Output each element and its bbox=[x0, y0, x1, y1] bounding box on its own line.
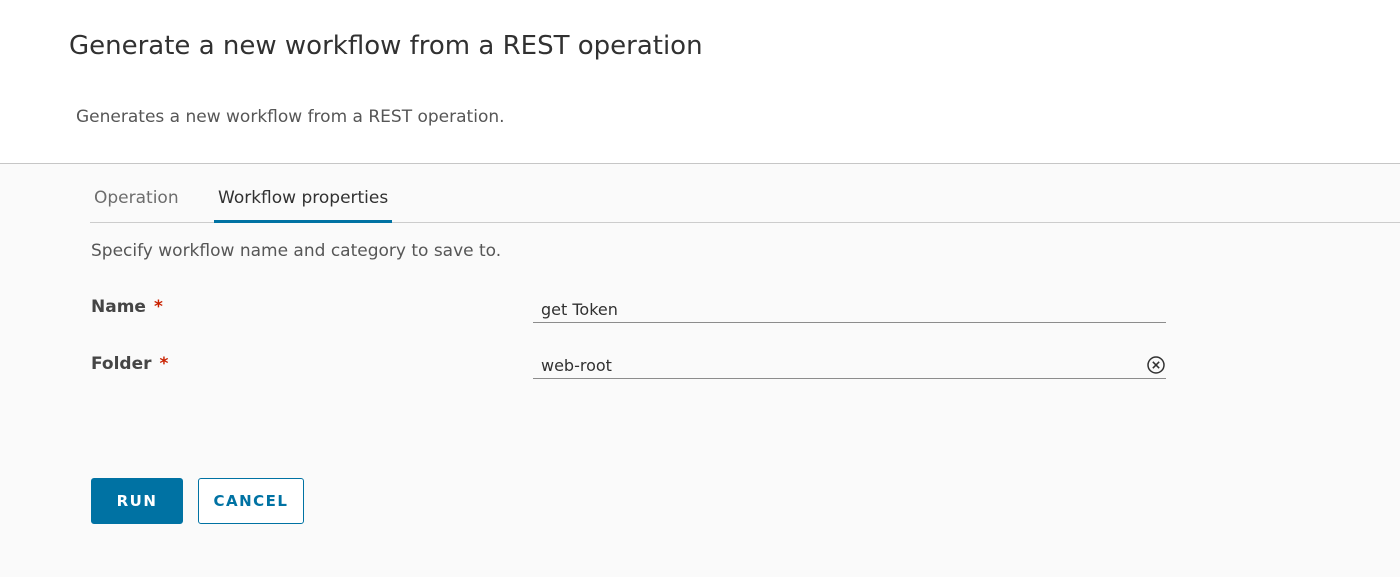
folder-label: Folder * bbox=[91, 354, 168, 374]
dialog-header: Generate a new workflow from a REST oper… bbox=[0, 0, 1400, 164]
page-title: Generate a new workflow from a REST oper… bbox=[69, 31, 703, 61]
required-marker: * bbox=[153, 297, 163, 317]
workflow-dialog: Generate a new workflow from a REST oper… bbox=[0, 0, 1400, 577]
name-label-text: Name bbox=[91, 297, 146, 317]
clear-circle-icon[interactable] bbox=[1146, 355, 1166, 375]
run-button[interactable]: RUN bbox=[91, 478, 183, 524]
folder-input[interactable] bbox=[533, 353, 1166, 379]
tab-bar: Operation Workflow properties bbox=[90, 164, 1400, 223]
cancel-button[interactable]: CANCEL bbox=[198, 478, 304, 524]
required-marker: * bbox=[159, 354, 169, 374]
folder-label-text: Folder bbox=[91, 354, 152, 374]
tab-operation[interactable]: Operation bbox=[90, 188, 183, 221]
name-label: Name * bbox=[91, 297, 163, 317]
dialog-content: Operation Workflow properties Specify wo… bbox=[0, 164, 1400, 577]
form-instructions: Specify workflow name and category to sa… bbox=[91, 241, 502, 261]
name-input[interactable] bbox=[533, 297, 1166, 323]
tab-workflow-properties[interactable]: Workflow properties bbox=[214, 188, 393, 223]
page-subtitle: Generates a new workflow from a REST ope… bbox=[76, 107, 505, 127]
